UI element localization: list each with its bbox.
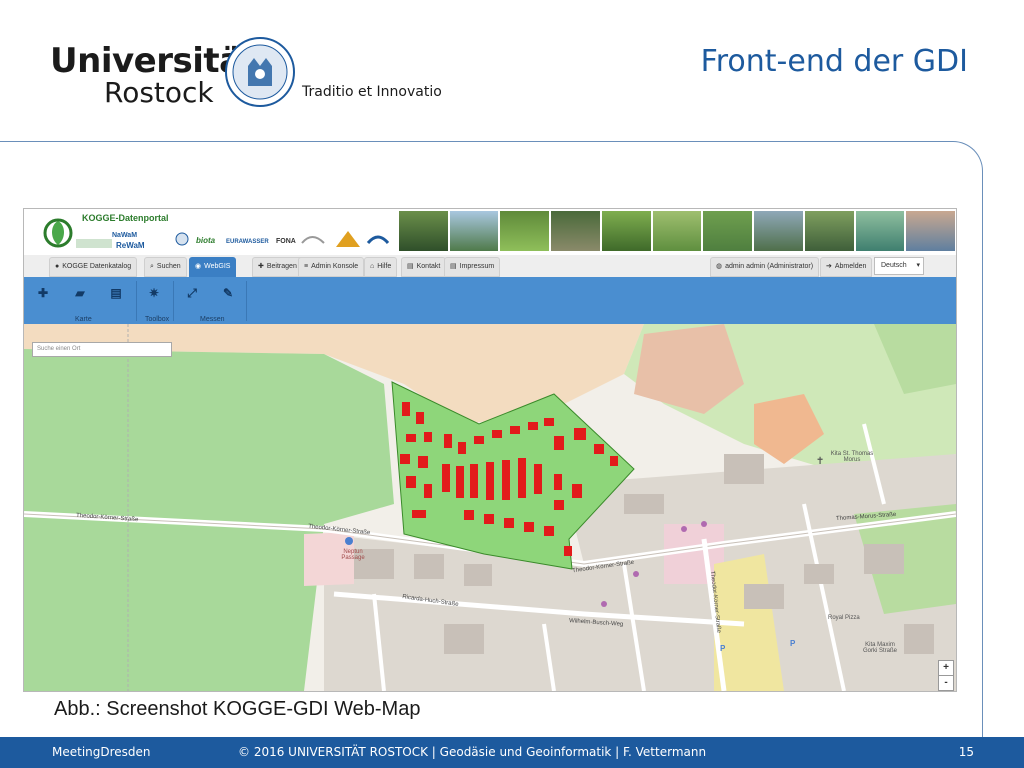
- add-icon[interactable]: ✚: [33, 285, 53, 301]
- photo-thumbnail: [399, 211, 448, 251]
- svg-text:EURAWASSER: EURAWASSER: [226, 239, 269, 245]
- svg-text:NaWaM: NaWaM: [112, 232, 137, 239]
- location-search-input[interactable]: Suche einen Ort: [32, 342, 172, 357]
- toolbar-separator: [136, 281, 137, 321]
- place-label: Kita Maxim Gorki Straße: [862, 642, 897, 654]
- portal-navbar: ● KOGGE Datenkatalog ⌕ Suchen ◉ WebGIS ✚ Bei…: [24, 255, 956, 278]
- portal-title: KOGGE-Datenportal: [82, 213, 169, 223]
- map-toolbar: ✚ ▰ ▤ Karte ✷ Toolbox ⤢ ✎ Messen: [24, 277, 956, 324]
- gear-icon[interactable]: ✷: [144, 285, 164, 301]
- tab-kontakt[interactable]: ▤ Kontakt: [401, 257, 447, 277]
- photo-strip: [399, 211, 956, 251]
- photo-thumbnail: [703, 211, 753, 251]
- university-seal-icon: [225, 37, 295, 107]
- svg-text:biota: biota: [196, 236, 216, 245]
- tab-datenkatalog[interactable]: ● KOGGE Datenkatalog: [49, 257, 138, 277]
- frame-divider: [0, 141, 952, 142]
- book-icon[interactable]: ▰: [70, 285, 90, 301]
- webmap-screenshot: NaWaM ReWaM biota EURAWASSER FONA KOGGE-…: [23, 208, 957, 692]
- map-canvas: ✝ P P: [24, 324, 956, 691]
- place-label: Kita St. Thomas Morus: [830, 451, 874, 463]
- place-label: Royal Pizza: [828, 615, 860, 621]
- tab-webgis[interactable]: ◉ WebGIS: [189, 257, 237, 277]
- list-icon: ≡: [304, 263, 309, 270]
- slide-footer: MeetingDresden © 2016 UNIVERSITÄT ROSTOC…: [0, 737, 1024, 768]
- figure-caption: Abb.: Screenshot KOGGE-GDI Web-Map: [54, 698, 421, 720]
- tab-impressum[interactable]: ▤ Impressum: [444, 257, 501, 277]
- chevron-down-icon: ▾: [916, 262, 920, 269]
- logout-icon: ➔: [826, 263, 832, 270]
- plus-icon: ✚: [258, 263, 264, 270]
- contact-icon: ▤: [407, 263, 414, 270]
- svg-text:P: P: [790, 639, 796, 648]
- print-icon[interactable]: ▤: [106, 285, 126, 301]
- place-label: Neptun Passage: [341, 549, 365, 561]
- zoom-in-button[interactable]: +: [938, 660, 954, 676]
- toolbar-separator: [246, 281, 247, 321]
- footer-copyright: © 2016 UNIVERSITÄT ROSTOCK | Geodäsie un…: [238, 745, 707, 759]
- logout-button[interactable]: ➔ Abmelden: [820, 257, 873, 277]
- photo-thumbnail: [855, 211, 905, 251]
- tab-admin-konsole[interactable]: ≡ Admin Konsole: [298, 257, 365, 277]
- toolbar-group-toolbox: Toolbox: [145, 316, 170, 323]
- slide-title: Front-end der GDI: [700, 44, 968, 79]
- toolbar-group-messen: Messen: [200, 316, 225, 323]
- info-icon: ▤: [450, 263, 457, 270]
- university-motto: Traditio et Innovatio: [302, 84, 442, 100]
- photo-thumbnail: [601, 211, 651, 251]
- map-view[interactable]: ✝ P P Theodor-Körner-Straße Theodor-Körn…: [24, 324, 956, 691]
- pencil-icon[interactable]: ✎: [218, 285, 238, 301]
- expand-icon[interactable]: ⤢: [182, 285, 202, 301]
- photo-thumbnail: [551, 211, 600, 251]
- svg-text:✝: ✝: [816, 456, 824, 467]
- photo-thumbnail: [652, 211, 702, 251]
- toolbar-separator: [173, 281, 174, 321]
- user-icon: ◍: [716, 263, 723, 270]
- portal-header: NaWaM ReWaM biota EURAWASSER FONA KOGGE-…: [24, 209, 956, 255]
- photo-thumbnail: [804, 211, 854, 251]
- globe-icon: ◉: [195, 263, 202, 270]
- help-icon: ⌂: [370, 263, 375, 270]
- footer-event: MeetingDresden: [52, 745, 151, 759]
- language-select[interactable]: Deutsch ▾: [874, 257, 924, 275]
- tab-suchen[interactable]: ⌕ Suchen: [144, 257, 187, 277]
- tab-hilfe[interactable]: ⌂ Hilfe: [364, 257, 398, 277]
- logo-icon: ●: [55, 263, 60, 270]
- svg-text:ReWaM: ReWaM: [116, 241, 145, 250]
- search-icon: ⌕: [150, 263, 154, 270]
- page-number: 15: [958, 745, 974, 759]
- zoom-out-button[interactable]: -: [938, 675, 954, 691]
- toolbar-group-karte: Karte: [75, 316, 92, 323]
- photo-thumbnail: [500, 211, 550, 251]
- photo-thumbnail: [449, 211, 499, 251]
- tab-beitragen[interactable]: ✚ Beitragen: [252, 257, 303, 277]
- svg-text:FONA: FONA: [276, 238, 296, 245]
- photo-thumbnail: [754, 211, 803, 251]
- svg-text:P: P: [720, 644, 726, 653]
- photo-thumbnail: [906, 211, 956, 251]
- user-menu[interactable]: ◍ admin admin (Administrator): [710, 257, 820, 277]
